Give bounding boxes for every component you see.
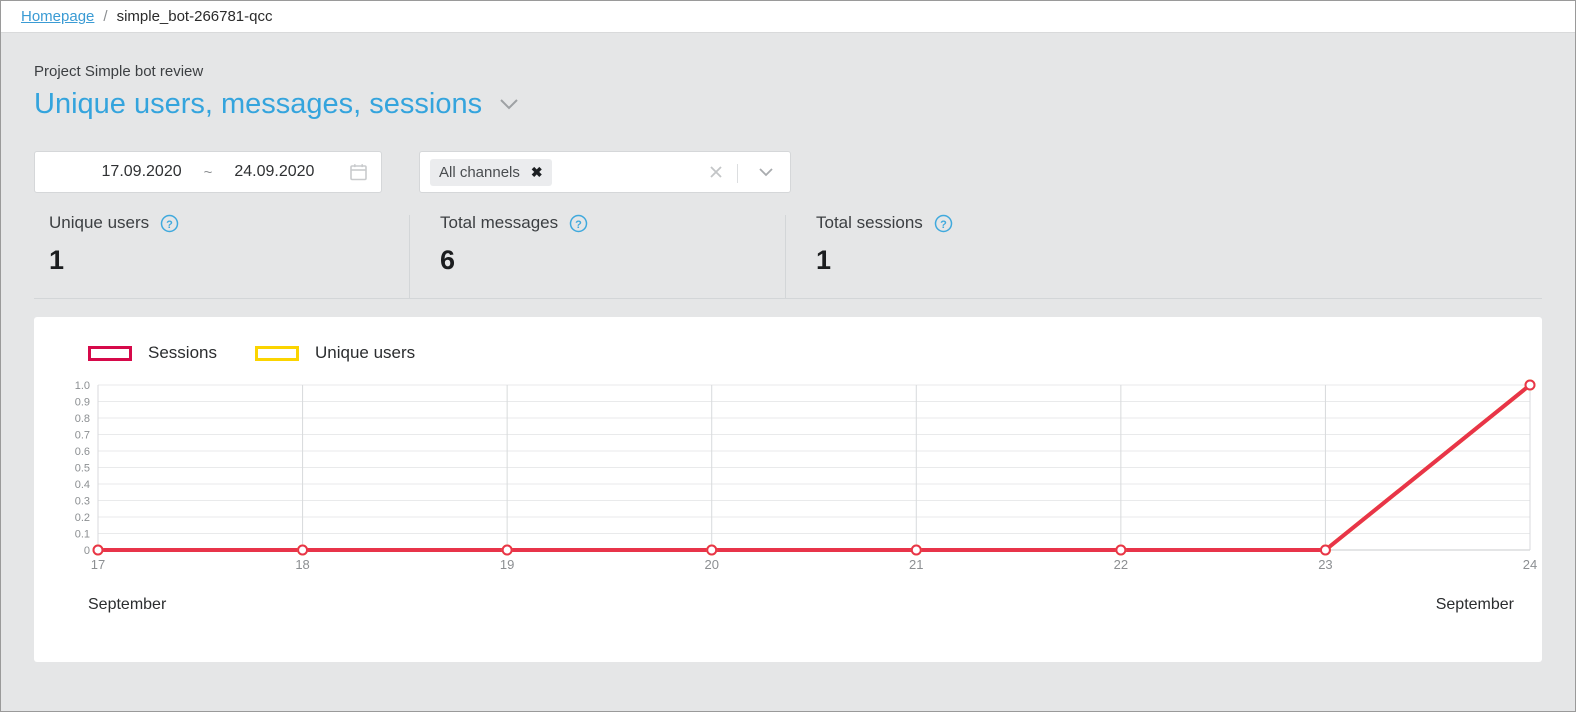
project-label: Project Simple bot review xyxy=(34,63,204,80)
chevron-down-icon[interactable] xyxy=(758,167,774,178)
legend-item-sessions[interactable]: Sessions xyxy=(88,343,217,363)
svg-text:0.9: 0.9 xyxy=(75,397,90,409)
breadcrumb-separator: / xyxy=(103,8,108,25)
svg-text:1.0: 1.0 xyxy=(75,380,90,392)
svg-text:22: 22 xyxy=(1114,557,1128,572)
svg-text:?: ? xyxy=(575,219,582,231)
date-range-separator: ~ xyxy=(203,163,213,181)
kpi-label: Total sessions xyxy=(816,213,923,233)
kpi-label: Unique users xyxy=(49,213,150,233)
kpi-head: Total sessions ? xyxy=(816,213,1186,233)
svg-text:?: ? xyxy=(940,219,947,231)
legend-swatch xyxy=(88,345,132,361)
month-label-right: September xyxy=(1435,596,1514,614)
channel-chip[interactable]: All channels ✖ xyxy=(430,158,552,186)
kpi-total-messages: Total messages ? 6 xyxy=(410,213,786,299)
calendar-icon[interactable] xyxy=(350,164,367,181)
page-body: Project Simple bot review Unique users, … xyxy=(1,33,1575,663)
select-divider xyxy=(737,164,738,184)
svg-text:24: 24 xyxy=(1523,557,1537,572)
kpi-head: Total messages ? xyxy=(440,213,786,233)
kpi-value: 1 xyxy=(816,245,832,276)
svg-text:19: 19 xyxy=(500,557,514,572)
legend-swatch xyxy=(254,345,299,361)
breadcrumb-current: simple_bot-266781-qcc xyxy=(116,8,273,25)
kpi-label: Total messages xyxy=(440,213,559,233)
date-range-picker[interactable]: 17.09.2020 ~ 24.09.2020 xyxy=(34,151,382,194)
svg-text:0.5: 0.5 xyxy=(75,463,90,475)
channel-chip-label: All channels xyxy=(439,163,520,181)
chart-plot: 0 0.1 0.2 0.3 0.4 0.5 0.6 0.7 0.8 0.9 1.0 17 18 19 20 2… xyxy=(62,377,1537,582)
chart-card: Sessions Unique users 0 0.1 0.2 0.3 0.4 0.5 0.… xyxy=(34,317,1542,663)
report-title-row[interactable]: Unique users, messages, sessions xyxy=(34,88,1542,121)
legend-label: Sessions xyxy=(148,343,217,363)
help-circle-icon[interactable]: ? xyxy=(569,214,588,233)
month-label-left: September xyxy=(88,596,167,614)
svg-text:0.3: 0.3 xyxy=(75,496,90,508)
kpi-total-sessions: Total sessions ? 1 xyxy=(786,213,1186,298)
breadcrumb-home-link[interactable]: Homepage xyxy=(21,8,94,25)
line-chart-svg[interactable]: 0 0.1 0.2 0.3 0.4 0.5 0.6 0.7 0.8 0.9 1.0 17 18 19 20 2… xyxy=(62,377,1540,582)
clear-icon[interactable] xyxy=(708,164,724,180)
svg-text:0.7: 0.7 xyxy=(75,430,90,442)
svg-text:0.1: 0.1 xyxy=(75,529,90,541)
svg-text:17: 17 xyxy=(91,557,105,572)
svg-text:0: 0 xyxy=(84,545,90,557)
filters-row: 17.09.2020 ~ 24.09.2020 All channels ✖ xyxy=(34,151,1542,194)
close-icon[interactable]: ✖ xyxy=(531,165,543,179)
svg-text:21: 21 xyxy=(909,557,923,572)
kpi-value: 1 xyxy=(49,245,65,276)
kpi-unique-users: Unique users ? 1 xyxy=(34,213,410,299)
svg-text:0.4: 0.4 xyxy=(75,479,90,491)
svg-text:0.6: 0.6 xyxy=(75,446,90,458)
channels-select[interactable]: All channels ✖ xyxy=(419,151,791,194)
kpi-value: 6 xyxy=(440,245,456,276)
date-to-value[interactable]: 24.09.2020 xyxy=(234,163,314,181)
legend-label: Unique users xyxy=(314,343,416,363)
svg-text:0.8: 0.8 xyxy=(75,413,90,425)
svg-text:23: 23 xyxy=(1318,557,1332,572)
page-title[interactable]: Unique users, messages, sessions xyxy=(34,88,482,121)
legend-item-unique-users[interactable]: Unique users xyxy=(254,343,416,363)
analytics-page: Homepage / simple_bot-266781-qcc Project… xyxy=(0,0,1576,712)
chart-legend: Sessions Unique users xyxy=(62,343,1514,363)
chart-month-row: September September xyxy=(62,596,1514,614)
help-circle-icon[interactable]: ? xyxy=(160,214,179,233)
help-circle-icon[interactable]: ? xyxy=(934,214,953,233)
svg-text:?: ? xyxy=(166,219,173,231)
chevron-down-icon[interactable] xyxy=(498,97,520,116)
breadcrumb: Homepage / simple_bot-266781-qcc xyxy=(1,1,1575,33)
svg-text:18: 18 xyxy=(295,557,309,572)
date-from-value[interactable]: 17.09.2020 xyxy=(102,163,182,181)
kpi-head: Unique users ? xyxy=(49,213,410,233)
kpi-row: Unique users ? 1 Total messages ? 6 Tota… xyxy=(34,213,1542,300)
svg-text:20: 20 xyxy=(704,557,718,572)
svg-text:0.2: 0.2 xyxy=(75,512,90,524)
